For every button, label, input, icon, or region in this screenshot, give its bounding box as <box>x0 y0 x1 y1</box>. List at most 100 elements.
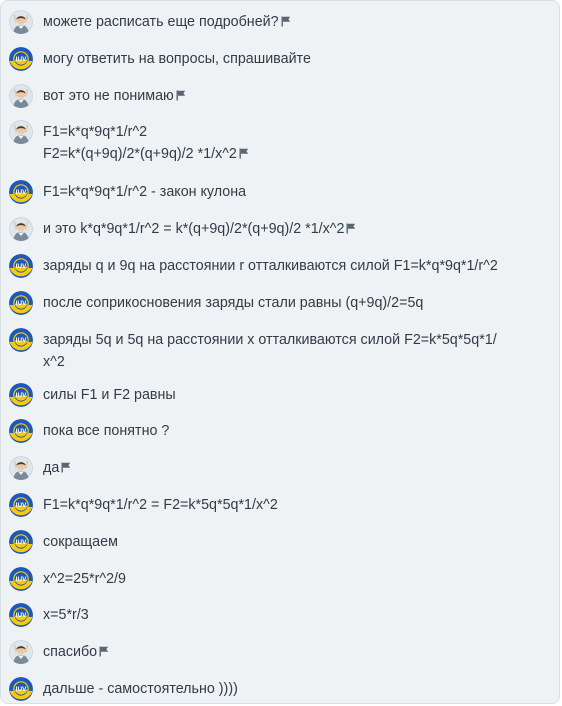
iuv-badge-avatar-icon[interactable]: IUV <box>9 419 33 444</box>
chat-message: IUV F1=k*q*9q*1/r^2 = F2=k*5q*5q*1/x^2 <box>1 492 559 530</box>
message-line-text: после соприкосновения заряды стали равны… <box>43 294 424 311</box>
chat-message: IUV F1=k*q*9q*1/r^2 - закон кулона <box>1 180 559 217</box>
message-line-text: x^2=25*r^2/9 <box>43 570 126 587</box>
iuv-badge-avatar-icon[interactable]: IUV <box>9 253 33 278</box>
report-flag-icon[interactable] <box>239 144 249 166</box>
iuv-badge-avatar-icon[interactable]: IUV <box>9 603 33 628</box>
chat-message: IUV силы F1 и F2 равны <box>1 382 559 420</box>
message-line-text: F1=k*q*9q*1/r^2 <box>43 124 148 141</box>
svg-text:IUV: IUV <box>16 686 27 693</box>
report-flag-icon[interactable] <box>176 86 186 108</box>
message-line-text: дальше - самостоятельно )))) <box>43 680 238 697</box>
message-text: можете расписать еще подробней? <box>43 11 551 34</box>
message-line-text: пока все понятно ? <box>43 423 170 440</box>
message-list: можете расписать еще подробней? IUV могу о… <box>1 1 559 703</box>
chat-message: IUV после соприкосновения заряды стали ра… <box>1 290 559 328</box>
student-avatar-icon[interactable] <box>9 120 33 145</box>
report-flag-icon[interactable] <box>99 642 109 664</box>
message-line: вот это не понимаю <box>43 85 551 108</box>
message-line-text: заряды q и 9q на расстоянии r отталкиваю… <box>43 257 498 274</box>
svg-text:IUV: IUV <box>16 429 27 436</box>
iuv-badge-avatar-icon[interactable]: IUV <box>9 327 33 352</box>
message-line-text: силы F1 и F2 равны <box>43 386 176 403</box>
svg-text:IUV: IUV <box>16 539 27 546</box>
student-avatar-icon[interactable] <box>9 640 33 665</box>
chat-message: IUV могу ответить на вопросы, спрашивайте <box>1 46 559 84</box>
message-line: заряды q и 9q на расстоянии r отталкиваю… <box>43 255 551 277</box>
message-line: да <box>43 457 551 480</box>
student-avatar-icon[interactable] <box>9 83 33 108</box>
message-text: дальше - самостоятельно )))) <box>43 678 551 700</box>
chat-message: и это k*q*9q*1/r^2 = k*(q+9q)/2*(q+9q)/2… <box>1 217 559 254</box>
message-text: могу ответить на вопросы, спрашивайте <box>43 48 551 70</box>
report-flag-icon[interactable] <box>281 12 291 34</box>
iuv-badge-avatar-icon[interactable]: IUV <box>9 180 33 205</box>
message-line: F1=k*q*9q*1/r^2 <box>43 121 551 143</box>
report-flag-icon[interactable] <box>346 219 356 241</box>
svg-text:IUV: IUV <box>16 613 27 620</box>
iuv-badge-avatar-icon[interactable]: IUV <box>9 290 33 315</box>
message-line-text: вот это не понимаю <box>43 87 174 104</box>
message-text: F1=k*q*9q*1/r^2 = F2=k*5q*5q*1/x^2 <box>43 494 551 516</box>
chat-message: IUV дальше - самостоятельно )))) <box>1 676 559 703</box>
message-line-text: F2=k*(q+9q)/2*(q+9q)/2 *1/x^2 <box>43 146 237 163</box>
message-line-text: спасибо <box>43 644 98 661</box>
chat-message: вот это не понимаю <box>1 83 559 121</box>
chat-panel: можете расписать еще подробней? IUV могу о… <box>0 0 560 704</box>
chat-message: IUV пока все понятно ? <box>1 419 559 456</box>
message-text: силы F1 и F2 равны <box>43 384 551 406</box>
message-line-text: F1=k*q*9q*1/r^2 - закон кулона <box>43 184 247 201</box>
svg-text:IUV: IUV <box>16 190 27 197</box>
message-text: заряды 5q и 5q на расстоянии x отталкива… <box>43 329 551 373</box>
chat-message: F1=k*q*9q*1/r^2 F2=k*(q+9q)/2*(q+9q)/2 *1… <box>1 120 559 180</box>
message-line: сокращаем <box>43 531 551 553</box>
iuv-badge-avatar-icon[interactable]: IUV <box>9 382 33 407</box>
student-avatar-icon[interactable] <box>9 456 33 481</box>
iuv-badge-avatar-icon[interactable]: IUV <box>9 566 33 591</box>
message-text: пока все понятно ? <box>43 420 551 442</box>
message-text: F1=k*q*9q*1/r^2 F2=k*(q+9q)/2*(q+9q)/2 *1… <box>43 121 551 166</box>
chat-message: да <box>1 456 559 493</box>
message-text: и это k*q*9q*1/r^2 = k*(q+9q)/2*(q+9q)/2… <box>43 218 551 241</box>
message-text: сокращаем <box>43 531 551 553</box>
message-line: можете расписать еще подробней? <box>43 11 551 34</box>
message-line: F1=k*q*9q*1/r^2 = F2=k*5q*5q*1/x^2 <box>43 494 551 516</box>
message-line: F1=k*q*9q*1/r^2 - закон кулона <box>43 181 551 203</box>
chat-message: спасибо <box>1 640 559 677</box>
message-line: пока все понятно ? <box>43 420 551 442</box>
message-text: после соприкосновения заряды стали равны… <box>43 292 551 314</box>
chat-message: IUV заряды 5q и 5q на расстоянии x отталк… <box>1 327 559 383</box>
student-avatar-icon[interactable] <box>9 10 33 34</box>
message-line: x=5*r/3 <box>43 604 551 626</box>
svg-text:IUV: IUV <box>16 502 27 509</box>
message-line: дальше - самостоятельно )))) <box>43 678 551 700</box>
message-line-text: заряды 5q и 5q на расстоянии x отталкива… <box>43 331 497 348</box>
message-text: заряды q и 9q на расстоянии r отталкиваю… <box>43 255 551 277</box>
message-line-text: и это k*q*9q*1/r^2 = k*(q+9q)/2*(q+9q)/2… <box>43 221 345 238</box>
iuv-badge-avatar-icon[interactable]: IUV <box>9 492 33 517</box>
svg-text:IUV: IUV <box>16 576 27 583</box>
svg-text:IUV: IUV <box>16 56 27 63</box>
message-line-text: F1=k*q*9q*1/r^2 = F2=k*5q*5q*1/x^2 <box>43 496 278 513</box>
iuv-badge-avatar-icon[interactable]: IUV <box>9 676 33 701</box>
svg-text:IUV: IUV <box>16 263 27 270</box>
chat-message: IUV заряды q и 9q на расстоянии r отталки… <box>1 253 559 291</box>
message-text: да <box>43 457 551 480</box>
chat-message: можете расписать еще подробней? <box>1 10 559 47</box>
message-line: и это k*q*9q*1/r^2 = k*(q+9q)/2*(q+9q)/2… <box>43 218 551 241</box>
message-text: F1=k*q*9q*1/r^2 - закон кулона <box>43 181 551 203</box>
svg-text:IUV: IUV <box>16 300 27 307</box>
message-line: силы F1 и F2 равны <box>43 384 551 406</box>
student-avatar-icon[interactable] <box>9 217 33 242</box>
message-line: заряды 5q и 5q на расстоянии x отталкива… <box>43 329 551 351</box>
report-flag-icon[interactable] <box>61 458 71 480</box>
chat-message: IUV x^2=25*r^2/9 <box>1 566 559 604</box>
message-text: вот это не понимаю <box>43 85 551 108</box>
svg-text:IUV: IUV <box>16 337 27 344</box>
message-line: x^2=25*r^2/9 <box>43 568 551 590</box>
message-line-text: можете расписать еще подробней? <box>43 14 279 30</box>
iuv-badge-avatar-icon[interactable]: IUV <box>9 529 33 554</box>
message-line-text: x=5*r/3 <box>43 607 89 624</box>
iuv-badge-avatar-icon[interactable]: IUV <box>9 46 33 71</box>
message-line-text: могу ответить на вопросы, спрашивайте <box>43 50 311 67</box>
